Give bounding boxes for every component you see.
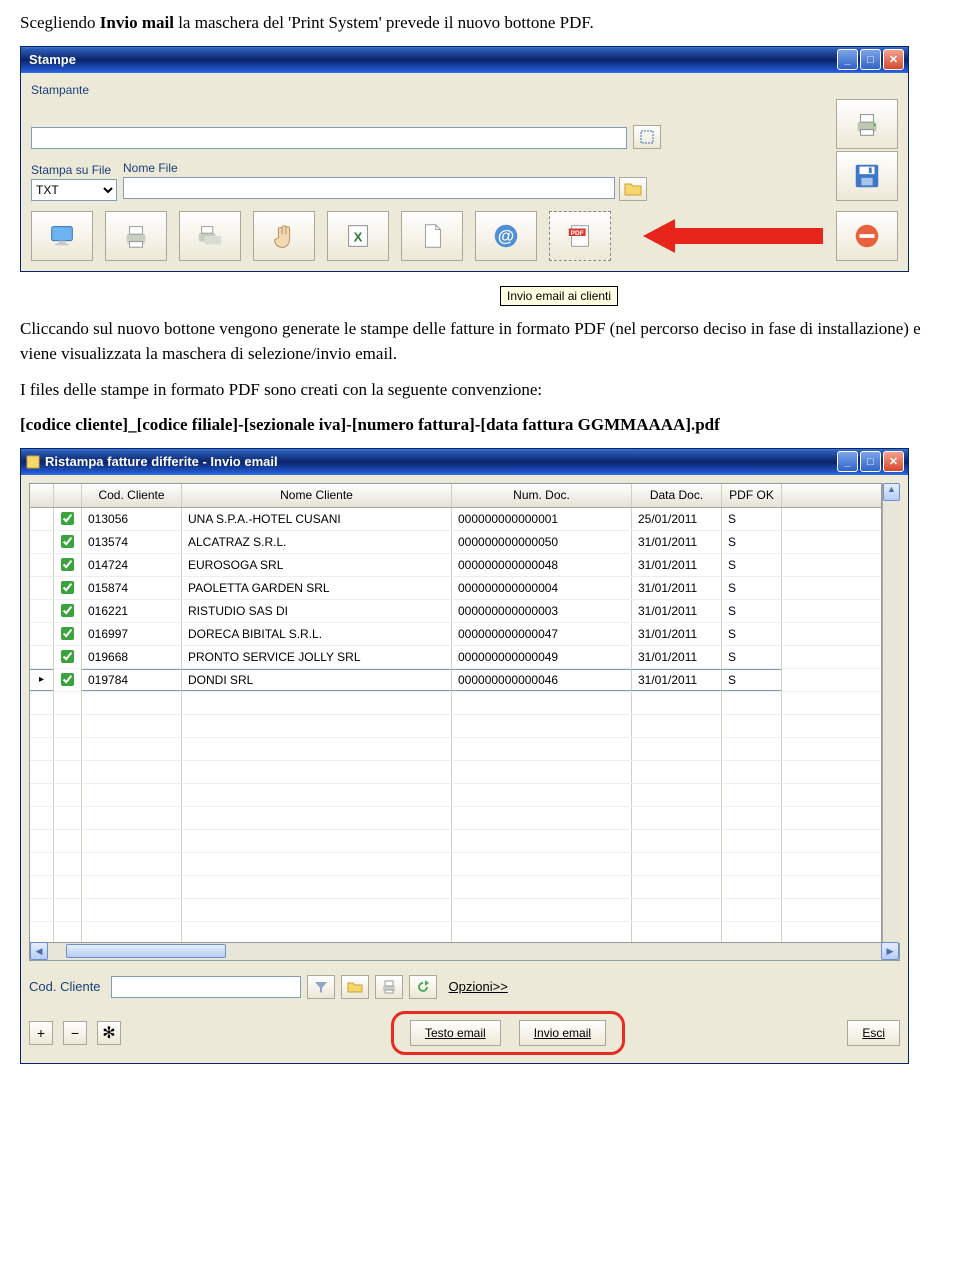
close-button[interactable]: ✕ (883, 451, 904, 472)
maximize-button[interactable]: □ (860, 49, 881, 70)
table-row[interactable] (30, 738, 881, 761)
refresh-button[interactable] (409, 975, 437, 999)
table-row[interactable]: ▸019784DONDI SRL00000000000004631/01/201… (30, 669, 881, 692)
table-row[interactable] (30, 692, 881, 715)
table-row[interactable] (30, 899, 881, 922)
doc-paragraph: [codice cliente]_[codice filiale]-[sezio… (20, 412, 940, 438)
table-row[interactable] (30, 922, 881, 942)
email-button[interactable]: @ (475, 211, 537, 261)
cod-cliente-label: Cod. Cliente (29, 979, 101, 994)
row-checkbox[interactable] (61, 604, 74, 617)
stampante-label: Stampante (31, 83, 898, 97)
select-printer-button[interactable] (633, 125, 661, 149)
folder-button[interactable] (341, 975, 369, 999)
col-header[interactable]: PDF OK (722, 484, 782, 507)
row-checkbox[interactable] (61, 627, 74, 640)
red-arrow-icon (643, 217, 823, 255)
table-body[interactable]: 013056UNA S.P.A.-HOTEL CUSANI00000000000… (30, 508, 881, 942)
table-row[interactable]: 019668PRONTO SERVICE JOLLY SRL0000000000… (30, 646, 881, 669)
document-button[interactable] (401, 211, 463, 261)
table-row[interactable]: 014724EUROSOGA SRL00000000000004831/01/2… (30, 554, 881, 577)
invio-email-button[interactable]: Invio email (519, 1020, 606, 1046)
stampa-su-file-select[interactable]: TXT (31, 179, 117, 201)
row-checkbox[interactable] (61, 581, 74, 594)
printer-button[interactable] (105, 211, 167, 261)
esci-button[interactable]: Esci (847, 1020, 900, 1046)
remove-button[interactable]: − (63, 1021, 87, 1045)
doc-paragraph: Cliccando sul nuovo bottone vengono gene… (20, 316, 940, 367)
stampe-window: Stampe _ □ ✕ Stampante Stampa su File TX… (20, 46, 909, 272)
highlight-box: Testo email Invio email (391, 1011, 625, 1055)
add-button[interactable]: + (29, 1021, 53, 1045)
cancel-button[interactable] (836, 211, 898, 261)
titlebar[interactable]: Stampe _ □ ✕ (21, 47, 908, 73)
text-bold: Invio mail (100, 13, 174, 32)
tooltip: Invio email ai clienti (500, 286, 618, 306)
preview-button[interactable] (31, 211, 93, 261)
stampa-su-file-label: Stampa su File (31, 163, 117, 177)
nome-file-input[interactable] (123, 177, 615, 199)
close-button[interactable]: ✕ (883, 49, 904, 70)
testo-email-button[interactable]: Testo email (410, 1020, 501, 1046)
ristampa-window: Ristampa fatture differite - Invio email… (20, 448, 909, 1064)
stampante-input[interactable] (31, 127, 627, 149)
table-row[interactable] (30, 807, 881, 830)
table-row[interactable] (30, 715, 881, 738)
minimize-button[interactable]: _ (837, 451, 858, 472)
minimize-button[interactable]: _ (837, 49, 858, 70)
excel-button[interactable]: X (327, 211, 389, 261)
svg-text:X: X (354, 229, 363, 244)
svg-text:PDF: PDF (571, 230, 584, 237)
table-row[interactable] (30, 784, 881, 807)
row-checkbox[interactable] (61, 512, 74, 525)
text: la maschera del 'Print System' prevede i… (174, 13, 594, 32)
titlebar[interactable]: Ristampa fatture differite - Invio email… (21, 449, 908, 475)
all-button[interactable]: ✻ (97, 1021, 121, 1045)
horizontal-scrollbar[interactable]: ◀ ▶ (29, 943, 900, 961)
col-header[interactable]: Cod. Cliente (82, 484, 182, 507)
table-row[interactable]: 013056UNA S.P.A.-HOTEL CUSANI00000000000… (30, 508, 881, 531)
row-checkbox[interactable] (61, 535, 74, 548)
table-row[interactable] (30, 876, 881, 899)
table-row[interactable]: 016221RISTUDIO SAS DI00000000000000331/0… (30, 600, 881, 623)
doc-paragraph: I files delle stampe in formato PDF sono… (20, 377, 940, 403)
nome-file-label: Nome File (123, 161, 647, 175)
table-row[interactable]: 015874PAOLETTA GARDEN SRL000000000000004… (30, 577, 881, 600)
col-header[interactable]: Data Doc. (632, 484, 722, 507)
table-row[interactable] (30, 761, 881, 784)
print-button[interactable] (375, 975, 403, 999)
app-icon (25, 454, 41, 470)
row-checkbox[interactable] (61, 673, 74, 686)
filter-button[interactable] (307, 975, 335, 999)
hand-button[interactable] (253, 211, 315, 261)
svg-text:@: @ (498, 226, 514, 245)
row-checkbox[interactable] (61, 650, 74, 663)
text-bold: [codice cliente]_[codice filiale]-[sezio… (20, 415, 720, 434)
table-header: Cod. Cliente Nome Cliente Num. Doc. Data… (30, 484, 881, 508)
opzioni-link[interactable]: Opzioni>> (449, 979, 508, 994)
doc-paragraph: Scegliendo Invio mail la maschera del 'P… (20, 10, 940, 36)
table-row[interactable]: 013574ALCATRAZ S.R.L.00000000000005031/0… (30, 531, 881, 554)
pdf-button[interactable]: PDF (549, 211, 611, 261)
text: Scegliendo (20, 13, 100, 32)
col-header[interactable]: Nome Cliente (182, 484, 452, 507)
save-button[interactable] (836, 151, 898, 201)
table-row[interactable] (30, 853, 881, 876)
window-title: Ristampa fatture differite - Invio email (41, 454, 837, 469)
table-row[interactable]: 016997DORECA BIBITAL S.R.L.0000000000000… (30, 623, 881, 646)
window-title: Stampe (25, 52, 837, 67)
print-button[interactable] (836, 99, 898, 149)
multi-printer-button[interactable] (179, 211, 241, 261)
col-header[interactable]: Num. Doc. (452, 484, 632, 507)
row-checkbox[interactable] (61, 558, 74, 571)
browse-folder-button[interactable] (619, 177, 647, 201)
vertical-scrollbar[interactable]: ▲ (882, 483, 900, 943)
maximize-button[interactable]: □ (860, 451, 881, 472)
table-row[interactable] (30, 830, 881, 853)
cod-cliente-input[interactable] (111, 976, 301, 998)
